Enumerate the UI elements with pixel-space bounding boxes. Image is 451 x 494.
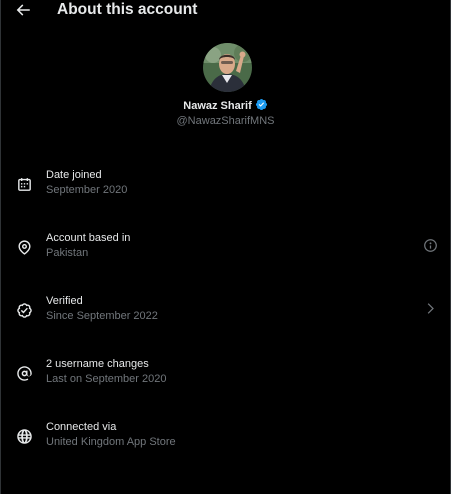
row-date-joined: Date joined September 2020 [1, 168, 450, 208]
row-account-based-in: Account based in Pakistan [1, 231, 450, 271]
calendar-icon [16, 176, 33, 193]
chevron-right-icon [423, 301, 438, 316]
profile-handle: @NawazSharifMNS [176, 115, 275, 127]
location-pin-icon [16, 239, 33, 256]
row-value: Pakistan [46, 247, 89, 259]
page-title: About this account [57, 1, 198, 18]
avatar-image [203, 43, 252, 92]
verified-badge-icon [255, 98, 268, 111]
arrow-left-icon [16, 4, 30, 16]
at-sign-icon [16, 365, 33, 382]
row-value: United Kingdom App Store [46, 436, 176, 448]
row-verified[interactable]: Verified Since September 2022 [1, 294, 450, 334]
verified-check-icon [16, 302, 33, 319]
row-label: Verified [46, 295, 83, 307]
row-label: Connected via [46, 421, 117, 433]
back-button[interactable] [14, 1, 34, 19]
row-connected-via: Connected via United Kingdom App Store [1, 420, 450, 460]
row-label: 2 username changes [46, 358, 149, 370]
row-value: Last on September 2020 [46, 373, 167, 385]
header: About this account [1, 0, 450, 22]
avatar[interactable] [203, 43, 252, 92]
profile-name-row: Nawaz Sharif [1, 98, 450, 113]
row-value: September 2020 [46, 184, 128, 196]
row-username-changes: 2 username changes Last on September 202… [1, 357, 450, 397]
row-label: Date joined [46, 169, 102, 181]
row-value: Since September 2022 [46, 310, 158, 322]
about-account-page: About this account Nawaz Sharif @NawazSh… [0, 0, 451, 494]
globe-icon [16, 428, 33, 445]
info-icon[interactable] [423, 238, 438, 253]
row-label: Account based in [46, 232, 131, 244]
profile-name: Nawaz Sharif [183, 100, 252, 112]
